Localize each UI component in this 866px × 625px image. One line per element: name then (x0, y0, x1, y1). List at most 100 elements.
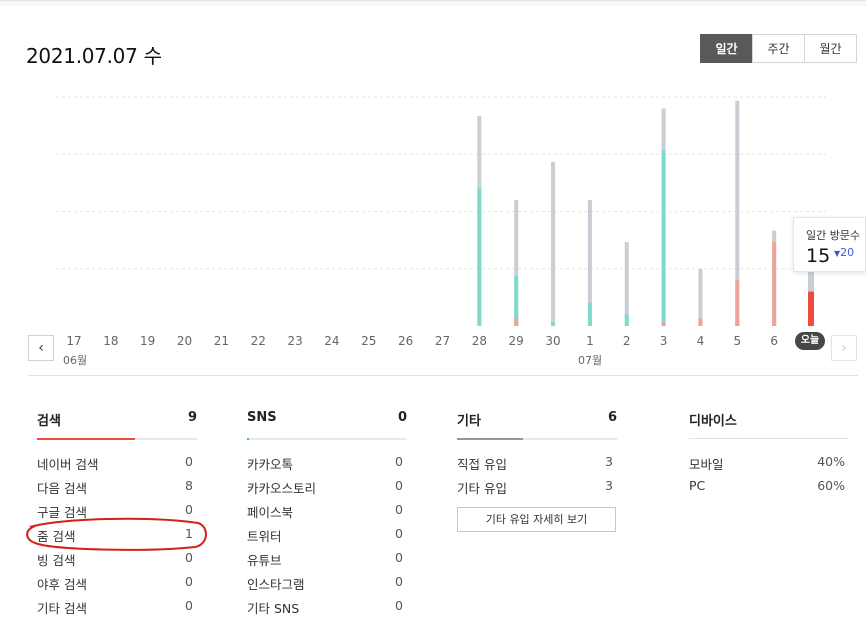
row-label: PC (689, 478, 706, 493)
other-bar-fill (457, 438, 523, 440)
x-tick-label[interactable]: 19 (133, 334, 163, 348)
x-tick-label[interactable]: 25 (354, 334, 384, 348)
bar-total[interactable] (551, 161, 556, 326)
chevron-left-icon[interactable]: ‹ (28, 335, 54, 361)
month-label-june: 06월 (63, 354, 88, 367)
bar-segment[interactable] (772, 242, 777, 326)
x-tick-label[interactable]: 1 (575, 334, 605, 348)
device-bar (689, 438, 849, 439)
row-value: 40% (817, 454, 845, 469)
bar-segment[interactable] (661, 150, 666, 326)
device-header: 디바이스 (689, 410, 849, 440)
x-tick-label[interactable]: 26 (391, 334, 421, 348)
bar-total[interactable] (624, 242, 629, 326)
bar-total[interactable] (698, 268, 703, 326)
row-value: 0 (395, 454, 403, 469)
list-item: 카카오스토리 0 (247, 478, 407, 502)
row-value: 60% (817, 478, 845, 493)
row-value: 0 (185, 598, 193, 613)
row-value: 0 (185, 574, 193, 589)
x-tick-label[interactable]: 20 (170, 334, 200, 348)
row-value: 0 (185, 454, 193, 469)
x-tick-label[interactable]: 22 (243, 334, 273, 348)
bar-segment[interactable] (661, 322, 666, 326)
search-bar-fill (37, 438, 135, 440)
chevron-right-icon[interactable]: › (831, 335, 857, 361)
row-label: 기타 SNS (247, 601, 300, 616)
device-title: 디바이스 (689, 414, 737, 429)
list-item: PC 60% (689, 478, 849, 502)
bar-segment[interactable] (514, 318, 519, 326)
row-label: 직접 유입 (457, 457, 507, 472)
x-tick-label[interactable]: 6 (759, 334, 789, 348)
list-item: 기타 유입 3 (457, 478, 617, 502)
row-value: 0 (185, 502, 193, 517)
x-tick-label[interactable]: 23 (280, 334, 310, 348)
list-item: 빙 검색 0 (37, 550, 197, 574)
list-item: 줌 검색 1 (37, 526, 197, 550)
bar-segment[interactable] (624, 314, 629, 326)
bar-segment[interactable] (551, 322, 556, 326)
list-item: 유튜브 0 (247, 550, 407, 574)
search-stats: 검색 9 네이버 검색 0 다음 검색 8 구글 검색 0 줌 검색 1 빙 검색 0 야… (37, 410, 197, 622)
bar-segment[interactable] (698, 318, 703, 326)
other-stats: 기타 6 직접 유입 3 기타 유입 3 (457, 410, 617, 502)
bar-segment[interactable] (735, 280, 740, 326)
x-tick-label[interactable]: 29 (501, 334, 531, 348)
section-divider (28, 375, 858, 376)
sns-bar-fill (247, 438, 249, 440)
other-title: 기타 (457, 414, 481, 429)
x-tick-label[interactable]: 21 (206, 334, 236, 348)
x-tick-label[interactable]: 24 (317, 334, 347, 348)
row-value: 8 (185, 478, 193, 493)
row-label: 트위터 (247, 529, 282, 544)
search-header: 검색 9 (37, 410, 197, 440)
tooltip-value: 15 (806, 245, 831, 267)
x-tick-label[interactable]: 27 (428, 334, 458, 348)
x-tick-label[interactable]: 17 (59, 334, 89, 348)
row-label: 야후 검색 (37, 577, 87, 592)
row-label: 기타 검색 (37, 601, 87, 616)
month-label-july: 07월 (578, 354, 603, 367)
x-tick-label[interactable]: 4 (685, 334, 715, 348)
previous-value: 20 (840, 246, 855, 259)
list-item: 기타 검색 0 (37, 598, 197, 622)
other-bar (457, 438, 617, 440)
search-count: 9 (187, 410, 197, 425)
row-label: 페이스북 (247, 505, 294, 520)
tooltip-title: 일간 방문수 (806, 229, 861, 242)
sns-stats: SNS 0 카카오톡 0 카카오스토리 0 페이스북 0 트위터 0 유튜브 0 인스타그… (247, 410, 407, 622)
x-tick-label[interactable]: 28 (464, 334, 494, 348)
row-value: 0 (185, 550, 193, 565)
x-tick-label[interactable]: 30 (538, 334, 568, 348)
x-tick-label[interactable]: 3 (649, 334, 679, 348)
list-item: 기타 SNS 0 (247, 598, 407, 622)
x-tick-label[interactable]: 18 (96, 334, 126, 348)
row-value: 0 (395, 526, 403, 541)
bar-segment[interactable] (477, 188, 482, 326)
x-tick-label[interactable]: 5 (722, 334, 752, 348)
other-header: 기타 6 (457, 410, 617, 440)
list-item: 다음 검색 8 (37, 478, 197, 502)
sns-count: 0 (397, 410, 407, 425)
list-item: 구글 검색 0 (37, 502, 197, 526)
today-badge[interactable]: 오늘 (795, 332, 825, 350)
other-details-button[interactable]: 기타 유입 자세히 보기 (457, 507, 616, 532)
visits-tooltip: 일간 방문수 15 ▼20 (793, 217, 866, 272)
bar-segment[interactable] (808, 291, 814, 326)
search-bar (37, 438, 197, 440)
list-item: 야후 검색 0 (37, 574, 197, 598)
row-value: 0 (395, 574, 403, 589)
row-value: 0 (395, 502, 403, 517)
sns-title: SNS (247, 410, 277, 425)
x-tick-label[interactable]: 2 (612, 334, 642, 348)
list-item: 카카오톡 0 (247, 454, 407, 478)
row-value: 3 (605, 454, 613, 469)
list-item: 트위터 0 (247, 526, 407, 550)
sns-bar (247, 438, 407, 440)
bar-segment[interactable] (587, 303, 592, 326)
tooltip-previous-value: ▼20 (834, 246, 854, 259)
list-item: 모바일 40% (689, 454, 849, 478)
row-value: 0 (395, 598, 403, 613)
row-value: 0 (395, 550, 403, 565)
